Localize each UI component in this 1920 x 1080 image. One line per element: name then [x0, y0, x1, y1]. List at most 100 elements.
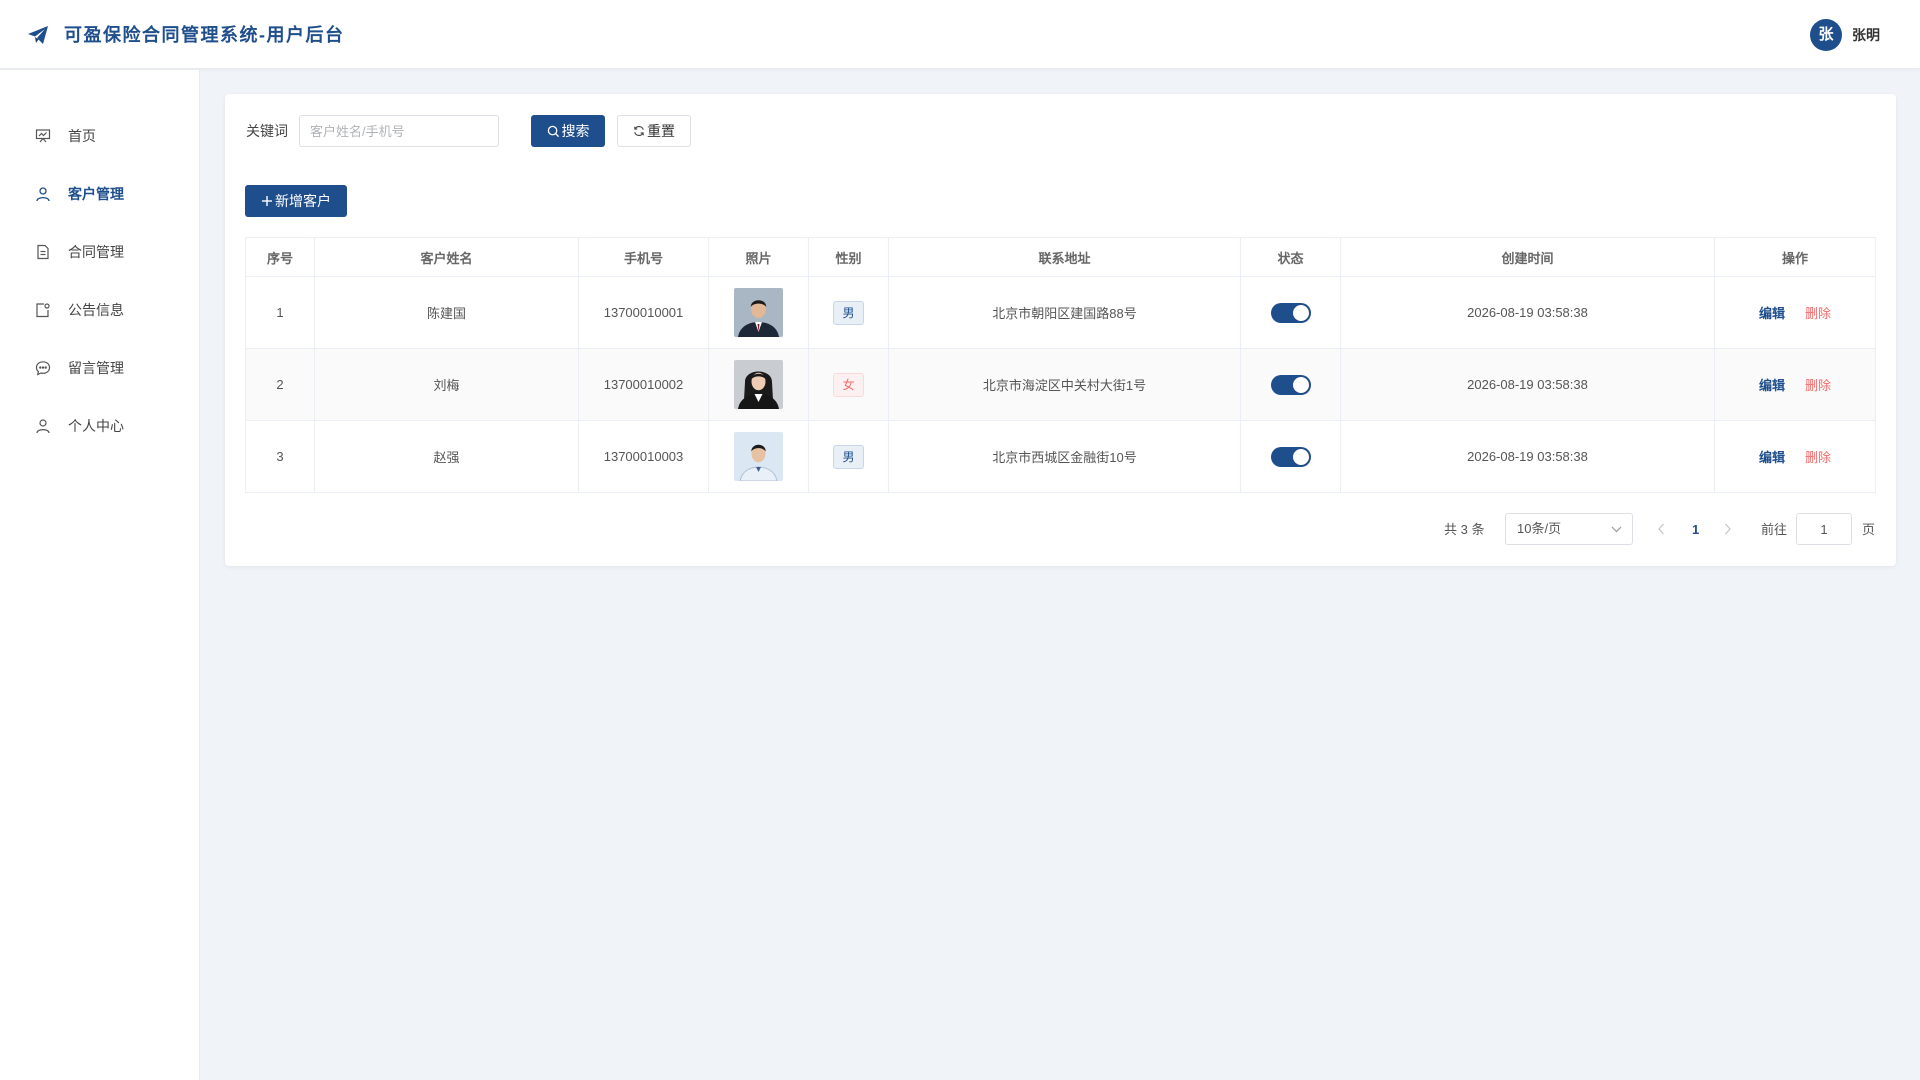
header-gender: 性别 [808, 237, 889, 277]
delete-link[interactable]: 删除 [1805, 450, 1831, 465]
customer-photo[interactable] [734, 288, 783, 337]
sidebar-item-home[interactable]: 首页 [0, 116, 199, 156]
cell-index: 3 [245, 420, 315, 493]
cell-created: 2026-08-19 03:58:38 [1340, 420, 1715, 493]
table-row: 1 陈建国 13700010001 男 北京市朝阳区建国路88号 2026-08… [245, 276, 1876, 349]
keyword-input[interactable] [299, 115, 499, 147]
delete-link[interactable]: 删除 [1805, 378, 1831, 393]
page-size-value: 10条/页 [1517, 521, 1562, 536]
cell-status [1240, 348, 1341, 421]
sidebar-item-customers[interactable]: 客户管理 [0, 174, 199, 214]
cell-address: 北京市海淀区中关村大街1号 [888, 348, 1241, 421]
sidebar-item-profile[interactable]: 个人中心 [0, 406, 199, 446]
cell-status [1240, 276, 1341, 349]
table-header-row: 序号 客户姓名 手机号 照片 性别 联系地址 状态 创建时间 操作 [245, 237, 1876, 277]
sidebar-item-label: 留言管理 [68, 360, 124, 376]
delete-link[interactable]: 删除 [1805, 306, 1831, 321]
notice-icon [36, 303, 50, 318]
status-toggle[interactable] [1270, 374, 1311, 395]
sidebar-item-label: 公告信息 [68, 302, 124, 318]
user-name[interactable]: 张明 [1852, 25, 1880, 45]
sidebar: 首页 客户管理 合同管理 公告信息 留言管理 个人中心 [0, 70, 200, 1080]
gender-tag: 男 [833, 444, 864, 469]
sidebar-item-contracts[interactable]: 合同管理 [0, 232, 199, 272]
customer-photo[interactable] [734, 360, 783, 409]
user-icon [36, 187, 50, 202]
header-address: 联系地址 [888, 237, 1241, 277]
reset-button[interactable]: 重置 [617, 115, 691, 147]
cell-created: 2026-08-19 03:58:38 [1340, 276, 1715, 349]
page-size-select[interactable]: 10条/页 [1505, 513, 1633, 545]
search-icon [547, 125, 559, 137]
cell-phone: 13700010001 [578, 276, 709, 349]
cell-address: 北京市朝阳区建国路88号 [888, 276, 1241, 349]
paper-plane-icon [28, 26, 48, 44]
user-icon [36, 419, 50, 434]
edit-link[interactable]: 编辑 [1759, 450, 1785, 465]
add-customer-button[interactable]: 新增客户 [245, 185, 347, 217]
cell-name: 赵强 [314, 420, 579, 493]
edit-link[interactable]: 编辑 [1759, 378, 1785, 393]
cell-photo [708, 348, 809, 421]
sidebar-item-notices[interactable]: 公告信息 [0, 290, 199, 330]
prev-page-icon[interactable] [1657, 522, 1666, 536]
page-unit-label: 页 [1862, 522, 1876, 537]
cell-name: 陈建国 [314, 276, 579, 349]
reset-button-label: 重置 [647, 123, 675, 139]
plus-icon [262, 196, 272, 206]
cell-actions: 编辑 删除 [1714, 420, 1876, 493]
cell-index: 2 [245, 348, 315, 421]
cell-photo [708, 276, 809, 349]
cell-name: 刘梅 [314, 348, 579, 421]
cell-address: 北京市西城区金融街10号 [888, 420, 1241, 493]
table-row: 3 赵强 13700010003 男 北京市西城区金融街10号 2026-08-… [245, 420, 1876, 493]
cell-phone: 13700010002 [578, 348, 709, 421]
cell-created: 2026-08-19 03:58:38 [1340, 348, 1715, 421]
cell-gender: 男 [808, 276, 889, 349]
gender-tag: 女 [833, 372, 864, 397]
search-button[interactable]: 搜索 [531, 115, 605, 147]
customer-photo[interactable] [734, 432, 783, 481]
refresh-icon [634, 125, 644, 137]
user-avatar[interactable]: 张 [1810, 19, 1842, 51]
sidebar-item-label: 首页 [68, 128, 96, 144]
cell-index: 1 [245, 276, 315, 349]
top-header: 可盈保险合同管理系统-用户后台 张 张明 [0, 0, 1920, 69]
header-name: 客户姓名 [314, 237, 579, 277]
goto-label: 前往 [1761, 522, 1788, 537]
search-button-label: 搜索 [561, 123, 590, 139]
sidebar-item-label: 个人中心 [68, 418, 124, 434]
cell-gender: 女 [808, 348, 889, 421]
cell-actions: 编辑 删除 [1714, 276, 1876, 349]
presentation-icon [35, 129, 51, 143]
add-customer-label: 新增客户 [275, 193, 331, 209]
status-toggle[interactable] [1270, 446, 1311, 467]
customer-table: 序号 客户姓名 手机号 照片 性别 联系地址 状态 创建时间 操作 1 陈建国 … [245, 237, 1876, 493]
status-toggle[interactable] [1270, 302, 1311, 323]
sidebar-item-label: 合同管理 [68, 244, 124, 260]
header-created: 创建时间 [1340, 237, 1715, 277]
header-phone: 手机号 [578, 237, 709, 277]
goto-page-input[interactable] [1796, 513, 1852, 545]
document-icon [37, 244, 49, 260]
sidebar-item-label: 客户管理 [68, 186, 124, 202]
header-status: 状态 [1240, 237, 1341, 277]
gender-tag: 男 [833, 300, 864, 325]
sidebar-item-messages[interactable]: 留言管理 [0, 348, 199, 388]
chat-icon [35, 361, 51, 376]
cell-photo [708, 420, 809, 493]
header-photo: 照片 [708, 237, 809, 277]
header-index: 序号 [245, 237, 315, 277]
cell-gender: 男 [808, 420, 889, 493]
next-page-icon[interactable] [1723, 522, 1732, 536]
chevron-down-icon [1611, 526, 1622, 533]
edit-link[interactable]: 编辑 [1759, 306, 1785, 321]
customer-list-card: 关键词 搜索 重置 新增客户 序号 客户姓名 手机号 照片 性别 联系地址 状态… [225, 94, 1896, 566]
app-title: 可盈保险合同管理系统-用户后台 [64, 25, 345, 45]
keyword-label: 关键词 [246, 123, 288, 139]
pagination-total: 共 3 条 [1444, 522, 1485, 537]
cell-status [1240, 420, 1341, 493]
header-actions: 操作 [1714, 237, 1876, 277]
cell-phone: 13700010003 [578, 420, 709, 493]
current-page-number[interactable]: 1 [1692, 521, 1699, 539]
